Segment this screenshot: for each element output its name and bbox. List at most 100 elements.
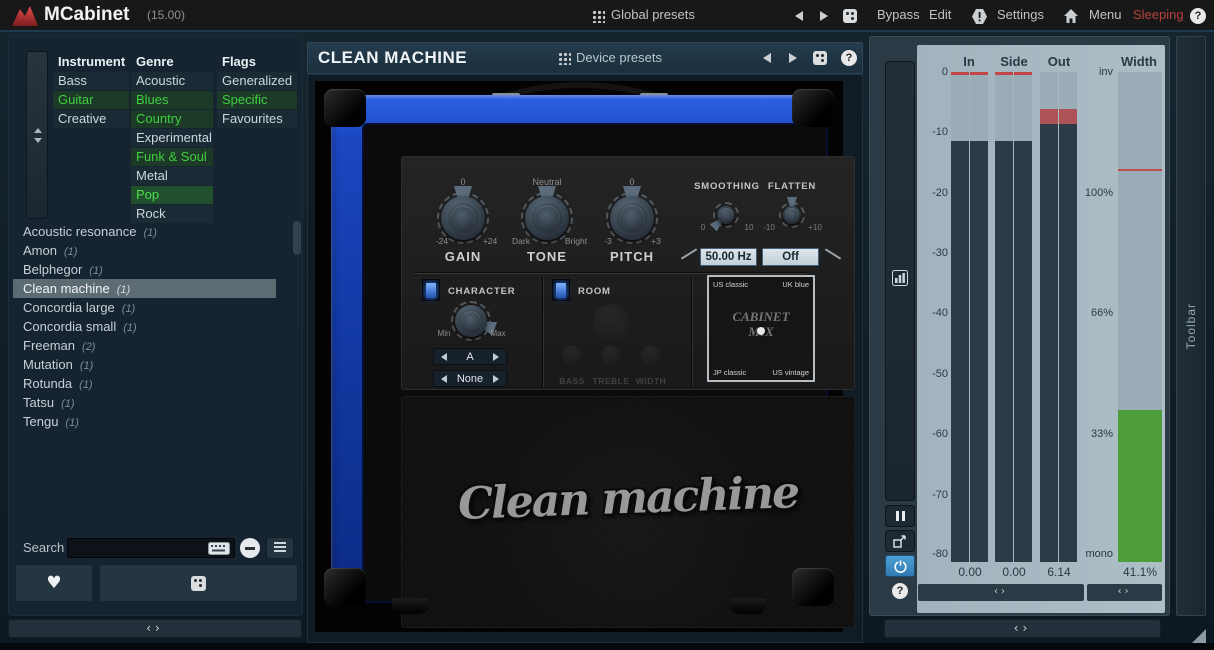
cabinet-mix-pad[interactable]: US classic UK blue JP classic US vintage… <box>707 275 815 382</box>
speaker-grill: Clean machine <box>401 396 855 628</box>
minus-circle-icon <box>240 538 260 558</box>
device-next-preset-button[interactable] <box>789 53 797 63</box>
filter-item[interactable]: Blues <box>131 91 213 109</box>
smoothing-label: SMOOTHING <box>688 181 766 192</box>
device-previous-preset-button[interactable] <box>763 53 771 63</box>
random-button[interactable] <box>99 564 298 602</box>
preset-list-item[interactable]: Tengu(1) <box>13 412 300 431</box>
selector-left-arrow[interactable] <box>441 375 447 383</box>
room-width-knob-disabled <box>641 345 661 365</box>
device-help-icon[interactable]: ? <box>841 50 857 66</box>
preset-count: (1) <box>123 322 136 334</box>
preset-list-item[interactable]: Belphegor(1) <box>13 260 300 279</box>
filter-item[interactable]: Metal <box>131 167 213 185</box>
plugin-window: MCabinet (15.00) Global presets Bypass E… <box>0 0 1214 650</box>
list-options-button[interactable] <box>266 537 294 559</box>
filter-item[interactable]: Bass <box>53 72 129 90</box>
filter-item[interactable]: Country <box>131 110 213 128</box>
chevron-up-icon <box>34 128 42 133</box>
gain-label: GAIN <box>433 249 493 264</box>
character-selector-none[interactable]: None <box>433 370 507 387</box>
preset-name: Belphegor <box>23 262 82 277</box>
preset-list-item[interactable]: Mutation(1) <box>13 355 300 374</box>
menu-button[interactable]: Menu <box>1089 0 1122 30</box>
warning-icon[interactable] <box>971 8 988 25</box>
filter-item[interactable]: Specific <box>217 91 297 109</box>
preset-list-item[interactable]: Amon(1) <box>13 241 300 260</box>
filter-item[interactable]: Experimental <box>131 129 213 147</box>
width-scale-label: 100% <box>1077 187 1113 199</box>
preset-list-item[interactable]: Tatsu(1) <box>13 393 300 412</box>
collapse-search-button[interactable] <box>237 537 262 559</box>
pause-metering-button[interactable] <box>885 505 915 527</box>
list-scrollbar[interactable] <box>293 221 301 255</box>
home-icon[interactable] <box>1063 8 1079 24</box>
meter-header-out: Out <box>1039 54 1079 68</box>
corner-protector <box>324 568 366 606</box>
filter-item[interactable]: Rock <box>131 205 213 223</box>
filter-item[interactable]: Pop <box>131 186 213 204</box>
window-resize-grip[interactable] <box>1192 629 1206 643</box>
selector-left-arrow[interactable] <box>441 353 447 361</box>
cabinet-foot <box>392 598 428 614</box>
preset-count: (1) <box>143 227 156 239</box>
help-icon[interactable]: ? <box>1190 8 1206 24</box>
flatten-value-box[interactable]: Off <box>762 248 819 266</box>
meters-help-button[interactable]: ? <box>885 580 915 602</box>
preset-name: Concordia small <box>23 319 116 334</box>
preset-list-item-selected[interactable]: Clean machine(1) <box>13 279 276 298</box>
settings-button[interactable]: Settings <box>997 0 1044 30</box>
device-presets-button[interactable]: Device presets <box>576 43 662 73</box>
left-panel-resize-bar[interactable]: ‹› <box>8 619 302 638</box>
smoothing-value-box[interactable]: 50.00 Hz <box>700 248 757 266</box>
edit-button[interactable]: Edit <box>929 0 951 30</box>
meter-out-left <box>1040 72 1058 562</box>
meter-group-resize-bar[interactable]: ‹› <box>918 584 1084 601</box>
global-presets-button[interactable]: Global presets <box>611 0 695 30</box>
global-presets-grid-icon <box>592 10 605 23</box>
pitch-min-label: -3 <box>592 236 624 246</box>
preset-list-item[interactable]: Acoustic resonance(1) <box>13 222 300 241</box>
filter-item[interactable]: Acoustic <box>131 72 213 90</box>
bypass-button[interactable]: Bypass <box>877 0 920 30</box>
selector-right-arrow[interactable] <box>493 375 499 383</box>
preset-list-item[interactable]: Freeman(2) <box>13 336 300 355</box>
preset-list-item[interactable]: Rotunda(1) <box>13 374 300 393</box>
random-preset-button[interactable] <box>843 9 857 23</box>
character-enable-led[interactable] <box>422 279 440 301</box>
dice-icon <box>191 576 206 591</box>
next-preset-button[interactable] <box>820 11 828 21</box>
device-random-preset-button[interactable] <box>813 51 827 65</box>
filter-item[interactable]: Creative <box>53 110 129 128</box>
toolbar-strip[interactable]: Toolbar <box>1176 36 1206 616</box>
filter-header-flags: Flags <box>222 53 256 71</box>
preset-logo-text: Clean machine <box>401 465 855 532</box>
search-input[interactable] <box>67 538 235 558</box>
selector-right-arrow[interactable] <box>493 353 499 361</box>
preset-list-item[interactable]: Concordia small (1) <box>13 317 300 336</box>
readout-width: 41.1% <box>1113 565 1167 578</box>
popout-meters-button[interactable] <box>885 530 915 552</box>
readout-out: 6.14 <box>1031 565 1087 578</box>
meter-scale-slider[interactable] <box>885 61 915 501</box>
keyboard-icon[interactable] <box>208 542 230 555</box>
right-panel-resize-bar[interactable]: ‹› <box>884 619 1161 638</box>
filter-item[interactable]: Favourites <box>217 110 297 128</box>
meters-power-button[interactable] <box>885 555 915 577</box>
width-meter-resize-bar[interactable]: ‹› <box>1087 584 1162 601</box>
db-scale-label: -20 <box>918 187 948 199</box>
character-selector-a[interactable]: A <box>433 348 507 365</box>
smoothing-knob[interactable] <box>711 200 741 230</box>
filter-scroll-stepper[interactable] <box>26 51 48 219</box>
sleeping-status[interactable]: Sleeping <box>1133 0 1184 30</box>
preset-list-item[interactable]: Concordia large(1) <box>13 298 300 317</box>
room-enable-led[interactable] <box>552 279 570 301</box>
previous-preset-button[interactable] <box>795 11 803 21</box>
favourite-button[interactable]: ♥ <box>15 564 93 602</box>
filter-item[interactable]: Funk & Soul <box>131 148 213 166</box>
device-header: CLEAN MACHINE Device presets ? <box>307 42 863 74</box>
filter-item[interactable]: Generalized <box>217 72 297 90</box>
cabinet-mix-cursor[interactable] <box>757 327 765 335</box>
filter-item[interactable]: Guitar <box>53 91 129 109</box>
meter-header-width: Width <box>1115 54 1163 68</box>
